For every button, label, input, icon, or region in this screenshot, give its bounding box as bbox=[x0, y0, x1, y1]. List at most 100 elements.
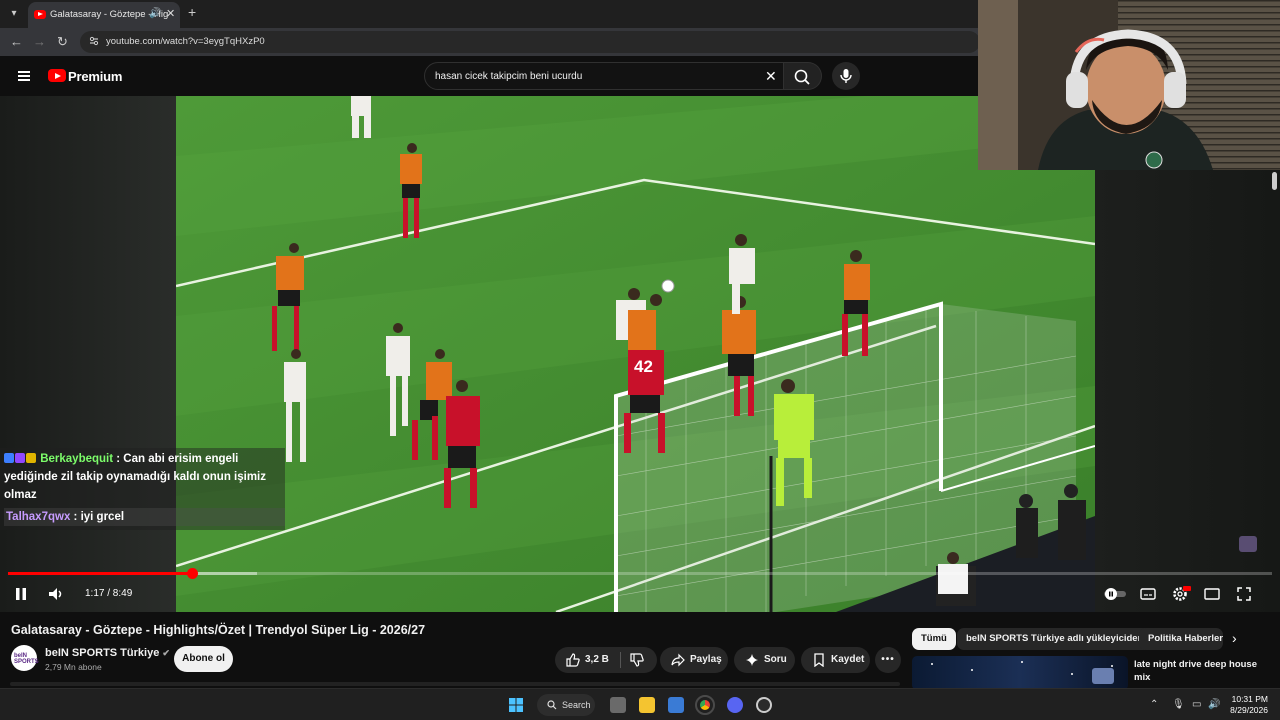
bookmark-icon bbox=[814, 653, 824, 667]
more-actions-button[interactable]: ••• bbox=[875, 647, 901, 673]
autoplay-toggle[interactable] bbox=[1102, 586, 1128, 604]
speaker-icon[interactable]: 🔊 bbox=[1208, 699, 1220, 710]
dislike-button[interactable] bbox=[621, 647, 657, 673]
chip-uploader[interactable]: beIN SPORTS Türkiye adlı yükleyiciden bbox=[957, 628, 1153, 650]
share-button[interactable]: Paylaş bbox=[660, 647, 728, 673]
page-scrollbar[interactable] bbox=[1272, 172, 1277, 190]
task-view-icon[interactable] bbox=[610, 697, 626, 713]
football-scene: 42 bbox=[176, 96, 1095, 612]
url-text: youtube.com/watch?v=3eygTqHXzP0 bbox=[106, 36, 265, 47]
chat-message: Talhax7qwx : iyi grcel bbox=[4, 508, 285, 526]
share-icon bbox=[671, 653, 685, 667]
pause-icon bbox=[16, 588, 26, 600]
reload-icon[interactable]: ↻ bbox=[57, 34, 68, 50]
menu-icon[interactable] bbox=[18, 71, 30, 81]
obs-icon[interactable] bbox=[756, 697, 772, 713]
taskbar-search[interactable]: Search bbox=[537, 694, 595, 716]
display-icon[interactable]: ▭ bbox=[1192, 699, 1201, 710]
chat-username: Berkaybequit bbox=[40, 453, 114, 465]
chrome-icon[interactable] bbox=[695, 695, 715, 715]
store-icon[interactable] bbox=[668, 697, 684, 713]
browser-tab[interactable]: Galatasaray - Göztepe - Hig 🔊 ✕ bbox=[28, 2, 180, 28]
screen: ▾ Galatasaray - Göztepe - Hig 🔊 ✕ + ← → … bbox=[0, 0, 1280, 720]
ask-button[interactable]: Soru bbox=[734, 647, 795, 673]
stream-chat-overlay: Berkaybequit : Can abi erisim engeli yed… bbox=[0, 448, 285, 530]
channel-name-text: beIN SPORTS Türkiye bbox=[45, 647, 160, 659]
address-bar[interactable]: youtube.com/watch?v=3eygTqHXzP0 bbox=[80, 31, 980, 53]
progress-scrubber[interactable] bbox=[187, 568, 199, 579]
youtube-premium-logo[interactable]: Premium bbox=[68, 69, 122, 84]
chat-badge-icon bbox=[4, 453, 14, 463]
subscribe-button[interactable]: Abone ol bbox=[174, 646, 233, 672]
new-tab-icon[interactable]: + bbox=[188, 4, 196, 20]
search-icon bbox=[547, 700, 557, 710]
recommended-video-title[interactable]: late night drive deep house mix bbox=[1134, 658, 1274, 684]
file-explorer-icon[interactable] bbox=[639, 697, 655, 713]
chip-politics[interactable]: Politika Haberleri bbox=[1139, 628, 1223, 650]
horizontal-scrollbar[interactable] bbox=[10, 682, 900, 686]
windows-start-icon[interactable] bbox=[508, 697, 524, 713]
search-button[interactable] bbox=[784, 62, 822, 90]
ask-label: Soru bbox=[764, 654, 787, 665]
chip-all[interactable]: Tümü bbox=[912, 628, 956, 650]
settings-button[interactable] bbox=[1171, 585, 1191, 603]
chat-message: Berkaybequit : Can abi erisim engeli bbox=[4, 450, 238, 468]
recommended-video-thumbnail[interactable] bbox=[912, 656, 1128, 690]
save-button[interactable]: Kaydet bbox=[801, 647, 870, 673]
clock-time: 10:31 PM bbox=[1231, 694, 1268, 704]
pause-button[interactable] bbox=[13, 585, 29, 603]
share-label: Paylaş bbox=[690, 654, 722, 665]
windows-taskbar: Search ⌃ 🎙 ▭ 🔊 10:31 PM 8/29/2026 bbox=[0, 688, 1280, 720]
channel-watermark-icon[interactable] bbox=[1239, 536, 1257, 552]
site-info-icon[interactable] bbox=[88, 35, 100, 47]
volume-button[interactable] bbox=[47, 585, 65, 603]
fullscreen-button[interactable] bbox=[1235, 585, 1253, 603]
sparkle-icon bbox=[746, 654, 758, 666]
video-title: Galatasaray - Göztepe - Highlights/Özet … bbox=[11, 623, 426, 637]
video-player[interactable]: 42 bbox=[176, 96, 1095, 612]
more-icon: ••• bbox=[881, 654, 895, 665]
search-input-value: hasan cicek takipcim beni ucurdu bbox=[435, 71, 583, 82]
save-label: Kaydet bbox=[831, 654, 865, 665]
microphone-icon[interactable]: 🎙 bbox=[1172, 699, 1185, 710]
video-pillarbox-right bbox=[1095, 96, 1280, 612]
gear-icon bbox=[1173, 586, 1191, 601]
streamer-webcam bbox=[978, 0, 1280, 170]
like-button[interactable]: 3,2 B bbox=[555, 647, 620, 673]
progress-played bbox=[8, 572, 193, 575]
theater-mode-button[interactable] bbox=[1203, 585, 1221, 603]
like-dislike-group: 3,2 B bbox=[555, 647, 657, 673]
taskbar-search-label: Search bbox=[562, 700, 591, 710]
forward-arrow-icon[interactable]: → bbox=[33, 34, 46, 49]
time-display: 1:17 / 8:49 bbox=[85, 588, 133, 599]
chat-text: olmaz bbox=[4, 489, 37, 501]
chat-text: yediğinde zil takip oynamadığı kaldı onu… bbox=[4, 471, 266, 483]
thumbnail-art bbox=[931, 661, 1114, 684]
channel-avatar-text: beIN SPORTS bbox=[14, 653, 39, 665]
tab-search-icon[interactable]: ▾ bbox=[5, 5, 23, 23]
thumbs-up-icon bbox=[566, 653, 580, 667]
jersey-number: 42 bbox=[634, 357, 653, 376]
back-arrow-icon[interactable]: ← bbox=[10, 34, 23, 49]
microphone-icon bbox=[840, 69, 852, 83]
chat-badge-icon bbox=[15, 453, 25, 463]
chevron-right-icon[interactable]: › bbox=[1232, 630, 1237, 646]
discord-icon[interactable] bbox=[727, 697, 743, 713]
tray-chevron-up-icon[interactable]: ⌃ bbox=[1150, 699, 1158, 710]
chat-username: Talhax7qwx bbox=[6, 511, 71, 523]
speaker-icon[interactable]: 🔊 bbox=[149, 8, 161, 19]
channel-name[interactable]: beIN SPORTS Türkiye ✔ bbox=[45, 647, 170, 659]
voice-search-button[interactable] bbox=[832, 62, 860, 90]
search-input[interactable]: hasan cicek takipcim beni ucurdu ✕ bbox=[424, 62, 784, 90]
youtube-favicon-icon bbox=[34, 10, 46, 19]
video-pillarbox-left bbox=[0, 96, 176, 612]
subscriber-count: 2,79 Mn abone bbox=[45, 662, 102, 672]
autoplay-toggle-icon bbox=[1104, 588, 1126, 600]
clear-search-icon[interactable]: ✕ bbox=[765, 68, 777, 85]
close-tab-icon[interactable]: ✕ bbox=[166, 7, 175, 20]
streamer-figure bbox=[978, 0, 1280, 170]
taskbar-clock[interactable]: 10:31 PM 8/29/2026 bbox=[1228, 694, 1268, 716]
subtitles-button[interactable] bbox=[1139, 585, 1157, 603]
youtube-logo-icon[interactable] bbox=[48, 69, 66, 82]
channel-avatar[interactable]: beIN SPORTS bbox=[11, 645, 39, 671]
